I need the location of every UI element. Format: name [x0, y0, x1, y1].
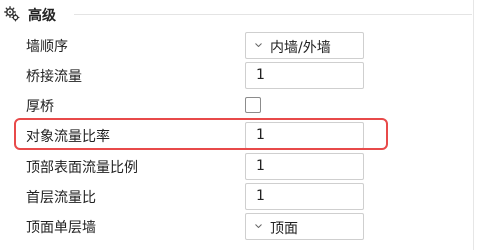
first-layer-flow-ratio-label: 首层流量比: [26, 190, 96, 206]
top-single-wall-value: 顶面: [270, 221, 298, 237]
gears-icon: [4, 6, 20, 22]
bridge-flow-value: 1: [256, 67, 265, 83]
row-first-layer-flow-ratio: 首层流量比 1: [0, 181, 482, 213]
thick-bridges-checkbox[interactable]: [245, 97, 261, 113]
top-surface-flow-ratio-input[interactable]: 1: [245, 153, 364, 180]
first-layer-flow-ratio-value: 1: [256, 188, 265, 204]
object-flow-ratio-value: 1: [256, 127, 265, 143]
first-layer-flow-ratio-input[interactable]: 1: [245, 183, 364, 210]
object-flow-ratio-input[interactable]: 1: [245, 122, 364, 149]
object-flow-ratio-label: 对象流量比率: [26, 129, 110, 145]
chevron-down-icon: [255, 224, 262, 228]
section-title: 高级: [28, 8, 56, 24]
wall-order-value: 内墙/外墙: [270, 40, 331, 56]
row-wall-order: 墙顺序 内墙/外墙: [0, 30, 482, 62]
top-single-wall-label: 顶面单层墙: [26, 220, 96, 236]
bridge-flow-label: 桥接流量: [26, 69, 82, 85]
row-top-surface-flow-ratio: 顶部表面流量比例 1: [0, 151, 482, 183]
advanced-section-header[interactable]: 高级: [0, 0, 482, 28]
row-object-flow-ratio: 对象流量比率 1: [0, 120, 482, 152]
section-divider: [74, 14, 472, 15]
top-single-wall-select[interactable]: 顶面: [245, 213, 364, 240]
chevron-down-icon: [255, 43, 262, 47]
row-top-single-wall: 顶面单层墙 顶面: [0, 211, 482, 243]
thick-bridges-label: 厚桥: [26, 99, 54, 115]
top-surface-flow-ratio-label: 顶部表面流量比例: [26, 160, 138, 176]
top-surface-flow-ratio-value: 1: [256, 158, 265, 174]
row-bridge-flow: 桥接流量 1: [0, 60, 482, 92]
row-thick-bridges: 厚桥: [0, 90, 482, 122]
wall-order-label: 墙顺序: [26, 39, 68, 55]
wall-order-select[interactable]: 内墙/外墙: [245, 32, 364, 59]
bridge-flow-input[interactable]: 1: [245, 62, 364, 89]
